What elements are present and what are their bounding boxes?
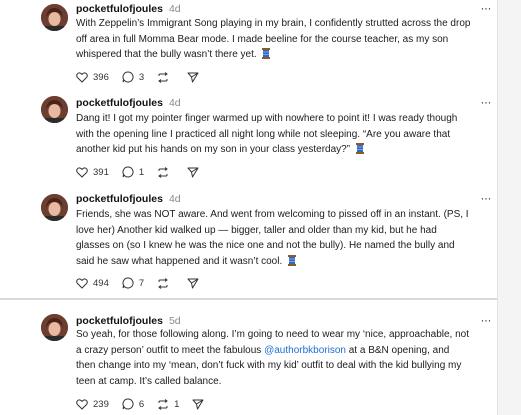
heart-icon: [76, 398, 88, 410]
post-actions: 239 6 1: [76, 398, 217, 410]
repost-button[interactable]: 1: [157, 399, 179, 410]
share-button[interactable]: [187, 167, 199, 178]
username[interactable]: pocketfulofjoules: [76, 315, 163, 327]
username[interactable]: pocketfulofjoules: [76, 193, 163, 205]
post-actions: 391 1: [76, 166, 212, 178]
spool-of-thread-emoji: [261, 48, 271, 65]
spool-of-thread-emoji: [287, 254, 297, 272]
post-actions: 396 3: [76, 71, 212, 83]
post: pocketfulofjoules 4d ··· Friends, she was…: [0, 188, 497, 299]
repost-icon: [158, 71, 168, 83]
timestamp[interactable]: 5d: [169, 315, 181, 327]
post-text: So yeah, for those following along. I’m …: [76, 327, 471, 389]
like-count: 494: [93, 277, 109, 289]
post-text-content: With Zeppelin’s Immigrant Song playing i…: [76, 18, 471, 60]
heart-icon: [76, 166, 88, 178]
post: pocketfulofjoules 5d ··· So yeah, for tho…: [0, 299, 497, 415]
mention-link[interactable]: @authorbkborison: [264, 345, 346, 356]
post-text: With Zeppelin’s Immigrant Song playing i…: [76, 16, 471, 65]
username[interactable]: pocketfulofjoules: [76, 3, 163, 15]
reply-button[interactable]: 7: [122, 277, 144, 289]
more-options-button[interactable]: ···: [481, 96, 492, 108]
reply-count: 1: [138, 166, 145, 178]
right-scroll-rail[interactable]: [497, 0, 521, 415]
repost-count: 1: [174, 398, 180, 410]
reply-button[interactable]: 3: [122, 71, 144, 83]
more-options-button[interactable]: ···: [481, 192, 492, 204]
post-header: pocketfulofjoules 4d: [76, 3, 181, 15]
avatar[interactable]: [41, 314, 68, 341]
post-text: Friends, she was NOT aware. And went fro…: [76, 207, 471, 271]
post-header: pocketfulofjoules 4d: [76, 193, 181, 205]
comment-icon: [122, 166, 134, 178]
repost-button[interactable]: [157, 277, 174, 289]
reply-count: 3: [138, 71, 145, 83]
like-count: 396: [93, 71, 109, 83]
share-icon: [187, 278, 199, 288]
post: pocketfulofjoules 4d ··· Dang it! I got m…: [0, 93, 497, 188]
spool-of-thread-emoji: [355, 143, 365, 160]
timestamp[interactable]: 4d: [169, 97, 181, 109]
reply-button[interactable]: 1: [122, 166, 144, 178]
heart-icon: [76, 71, 88, 83]
post-text-content: Friends, she was NOT aware. And went fro…: [76, 209, 469, 267]
post-text: Dang it! I got my pointer finger warmed …: [76, 111, 471, 160]
post-text-content: Dang it! I got my pointer finger warmed …: [76, 113, 458, 155]
repost-button[interactable]: [157, 166, 174, 178]
repost-icon: [158, 398, 168, 410]
like-count: 239: [93, 398, 109, 410]
share-icon: [187, 72, 199, 82]
threads-feed: pocketfulofjoules 4d ··· With Zeppelin’s …: [0, 0, 521, 415]
timestamp[interactable]: 4d: [169, 3, 181, 15]
avatar[interactable]: [41, 194, 68, 221]
timestamp[interactable]: 4d: [169, 193, 181, 205]
reply-count: 7: [138, 277, 145, 289]
share-icon: [192, 399, 204, 409]
post: pocketfulofjoules 4d ··· With Zeppelin’s …: [0, 0, 497, 93]
post-header: pocketfulofjoules 4d: [76, 97, 181, 109]
username[interactable]: pocketfulofjoules: [76, 97, 163, 109]
like-button[interactable]: 239: [76, 399, 109, 410]
heart-icon: [76, 277, 88, 289]
share-icon: [187, 167, 199, 177]
avatar[interactable]: [41, 4, 68, 31]
repost-icon: [158, 277, 168, 289]
comment-icon: [122, 277, 134, 289]
like-button[interactable]: 391: [76, 167, 109, 178]
like-button[interactable]: 396: [76, 72, 109, 83]
reply-count: 6: [138, 398, 145, 410]
avatar[interactable]: [41, 96, 68, 123]
post-actions: 494 7: [76, 277, 212, 289]
post-header: pocketfulofjoules 5d: [76, 315, 181, 327]
more-options-button[interactable]: ···: [481, 314, 492, 326]
share-button[interactable]: [192, 399, 204, 410]
repost-icon: [158, 166, 168, 178]
comment-icon: [122, 398, 134, 410]
more-options-button[interactable]: ···: [481, 2, 492, 14]
reply-button[interactable]: 6: [122, 398, 144, 410]
repost-button[interactable]: [157, 71, 174, 83]
like-button[interactable]: 494: [76, 278, 109, 289]
share-button[interactable]: [187, 72, 199, 83]
comment-icon: [122, 71, 134, 83]
share-button[interactable]: [187, 278, 199, 289]
like-count: 391: [93, 166, 109, 178]
